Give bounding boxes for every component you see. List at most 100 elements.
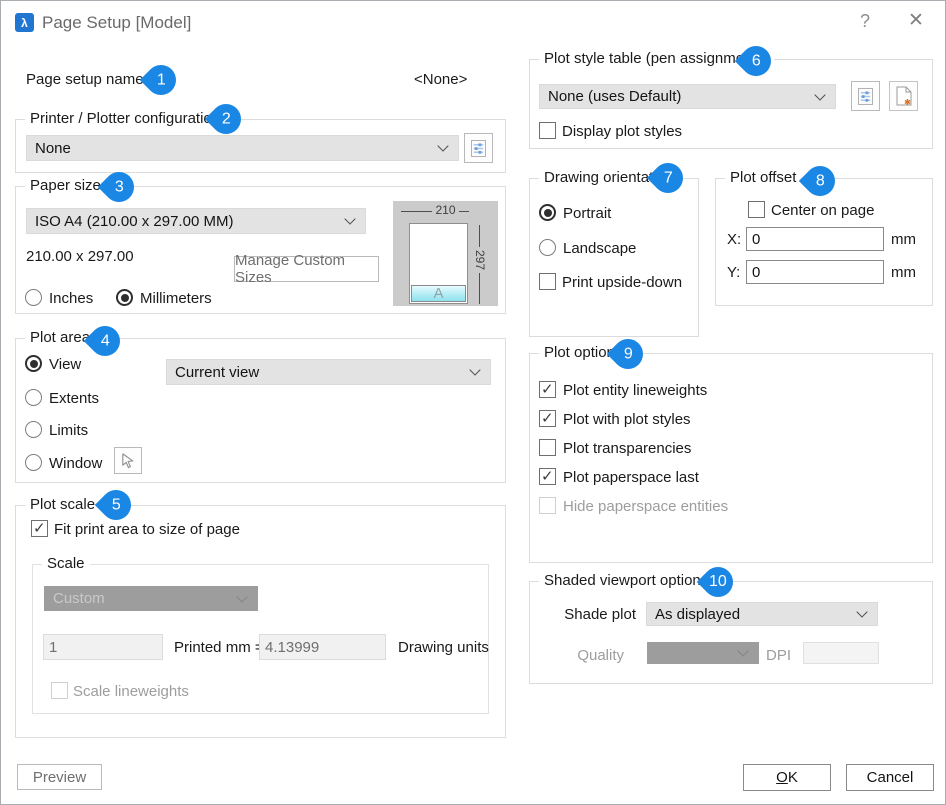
scale-preset-combo: Custom (44, 586, 258, 611)
manage-custom-sizes-button[interactable]: Manage Custom Sizes (234, 256, 379, 282)
dpi-input (803, 642, 879, 664)
quality-label: Quality (561, 647, 624, 664)
preview-button[interactable]: Preview (17, 764, 102, 790)
chevron-down-icon (344, 213, 355, 224)
chevron-down-icon (469, 364, 480, 375)
ok-button[interactable]: OK (743, 764, 831, 791)
scale-legend: Scale (42, 555, 90, 572)
plot-lineweights-label: Plot entity lineweights (563, 382, 707, 399)
display-plot-styles-label: Display plot styles (562, 123, 682, 140)
plot-lineweights-checkbox[interactable] (539, 381, 556, 398)
plot-area-legend: Plot area (25, 329, 95, 346)
view-label: View (49, 356, 81, 373)
app-logo-icon: λ (15, 13, 34, 32)
properties-icon (858, 88, 873, 105)
pick-window-button[interactable] (114, 447, 142, 474)
printer-config-legend: Printer / Plotter configuration (25, 110, 225, 127)
chevron-down-icon (737, 645, 748, 656)
window-label: Window (49, 455, 102, 472)
orientation-group: Drawing orientation (529, 178, 699, 337)
chevron-down-icon (814, 89, 825, 100)
view-radio[interactable] (25, 355, 42, 372)
page-setup-name-label: Page setup name: (26, 71, 148, 88)
paper-preview: 210 297 A (393, 201, 498, 306)
fit-to-page-checkbox[interactable] (31, 520, 48, 537)
offset-x-label: X: (727, 231, 741, 248)
paper-dimensions-text: 210.00 x 297.00 (26, 248, 134, 265)
quality-combo (647, 642, 759, 664)
view-selection-combo[interactable]: Current view (166, 359, 491, 385)
paper-size-combo[interactable]: ISO A4 (210.00 x 297.00 MM) (26, 208, 366, 234)
extents-label: Extents (49, 390, 99, 407)
new-plot-style-button[interactable] (889, 81, 918, 111)
upside-down-label: Print upside-down (562, 274, 682, 291)
hide-paperspace-label: Hide paperspace entities (563, 498, 728, 515)
shade-plot-combo[interactable]: As displayed (646, 602, 878, 626)
drawing-units-input (259, 634, 386, 660)
page-setup-name-value: <None> (414, 71, 467, 88)
inches-radio[interactable] (25, 289, 42, 306)
limits-radio[interactable] (25, 421, 42, 438)
paperspace-last-checkbox[interactable] (539, 468, 556, 485)
chevron-down-icon (437, 140, 448, 151)
plot-styles-checkbox[interactable] (539, 410, 556, 427)
edit-plot-style-button[interactable] (851, 81, 880, 111)
chevron-down-icon (856, 606, 867, 617)
chevron-down-icon (236, 591, 247, 602)
center-on-page-label: Center on page (771, 202, 874, 219)
millimeters-label: Millimeters (140, 290, 212, 307)
callout-1: 1 (140, 59, 182, 101)
offset-y-unit: mm (891, 264, 916, 281)
center-on-page-checkbox[interactable] (748, 201, 765, 218)
hide-paperspace-checkbox (539, 497, 556, 514)
limits-label: Limits (49, 422, 88, 439)
offset-x-unit: mm (891, 231, 916, 248)
offset-y-input[interactable] (746, 260, 884, 284)
scale-lineweights-label: Scale lineweights (73, 683, 189, 700)
shaded-viewport-legend: Shaded viewport options (539, 572, 713, 589)
paperspace-last-label: Plot paperspace last (563, 469, 699, 486)
height-dimension-label: 297 (473, 247, 487, 273)
plot-offset-legend: Plot offset (725, 169, 801, 186)
portrait-label: Portrait (563, 205, 611, 222)
display-plot-styles-checkbox[interactable] (539, 122, 556, 139)
shade-plot-label: Shade plot (561, 606, 636, 623)
width-dimension-label: 210 (393, 203, 498, 217)
ok-mnemonic: O (776, 769, 788, 786)
millimeters-radio[interactable] (116, 289, 133, 306)
dpi-label: DPI (766, 647, 791, 664)
plot-style-combo[interactable]: None (uses Default) (539, 84, 836, 109)
close-button[interactable]: ✕ (903, 9, 929, 32)
printed-mm-input (43, 634, 163, 660)
landscape-radio[interactable] (539, 239, 556, 256)
shaded-viewport-group: Shaded viewport options (529, 581, 933, 684)
landscape-label: Landscape (563, 240, 636, 257)
offset-y-label: Y: (727, 264, 740, 281)
printable-area-strip: A (411, 285, 466, 302)
new-file-icon (895, 86, 913, 106)
cursor-pick-icon (120, 452, 137, 469)
offset-x-input[interactable] (746, 227, 884, 251)
plot-styles-label: Plot with plot styles (563, 411, 691, 428)
fit-to-page-label: Fit print area to size of page (54, 521, 240, 538)
plot-scale-legend: Plot scale (25, 496, 100, 513)
ok-rest: K (788, 769, 798, 786)
plot-transparencies-checkbox[interactable] (539, 439, 556, 456)
drawing-units-label: Drawing units (398, 639, 489, 656)
title-bar: λ Page Setup [Model] ? ✕ (1, 1, 945, 35)
printed-mm-label: Printed mm = (174, 639, 264, 656)
window-radio[interactable] (25, 454, 42, 471)
paper-size-legend: Paper size (25, 177, 106, 194)
help-button[interactable]: ? (853, 11, 877, 32)
page-setup-dialog: λ Page Setup [Model] ? ✕ Page setup name… (0, 0, 946, 805)
scale-lineweights-checkbox (51, 682, 68, 699)
printer-properties-button[interactable] (464, 133, 493, 163)
printer-combo[interactable]: None (26, 135, 459, 161)
dialog-title: Page Setup [Model] (42, 13, 191, 33)
extents-radio[interactable] (25, 389, 42, 406)
portrait-radio[interactable] (539, 204, 556, 221)
plot-transparencies-label: Plot transparencies (563, 440, 691, 457)
properties-icon (471, 140, 486, 157)
upside-down-checkbox[interactable] (539, 273, 556, 290)
cancel-button[interactable]: Cancel (846, 764, 934, 791)
